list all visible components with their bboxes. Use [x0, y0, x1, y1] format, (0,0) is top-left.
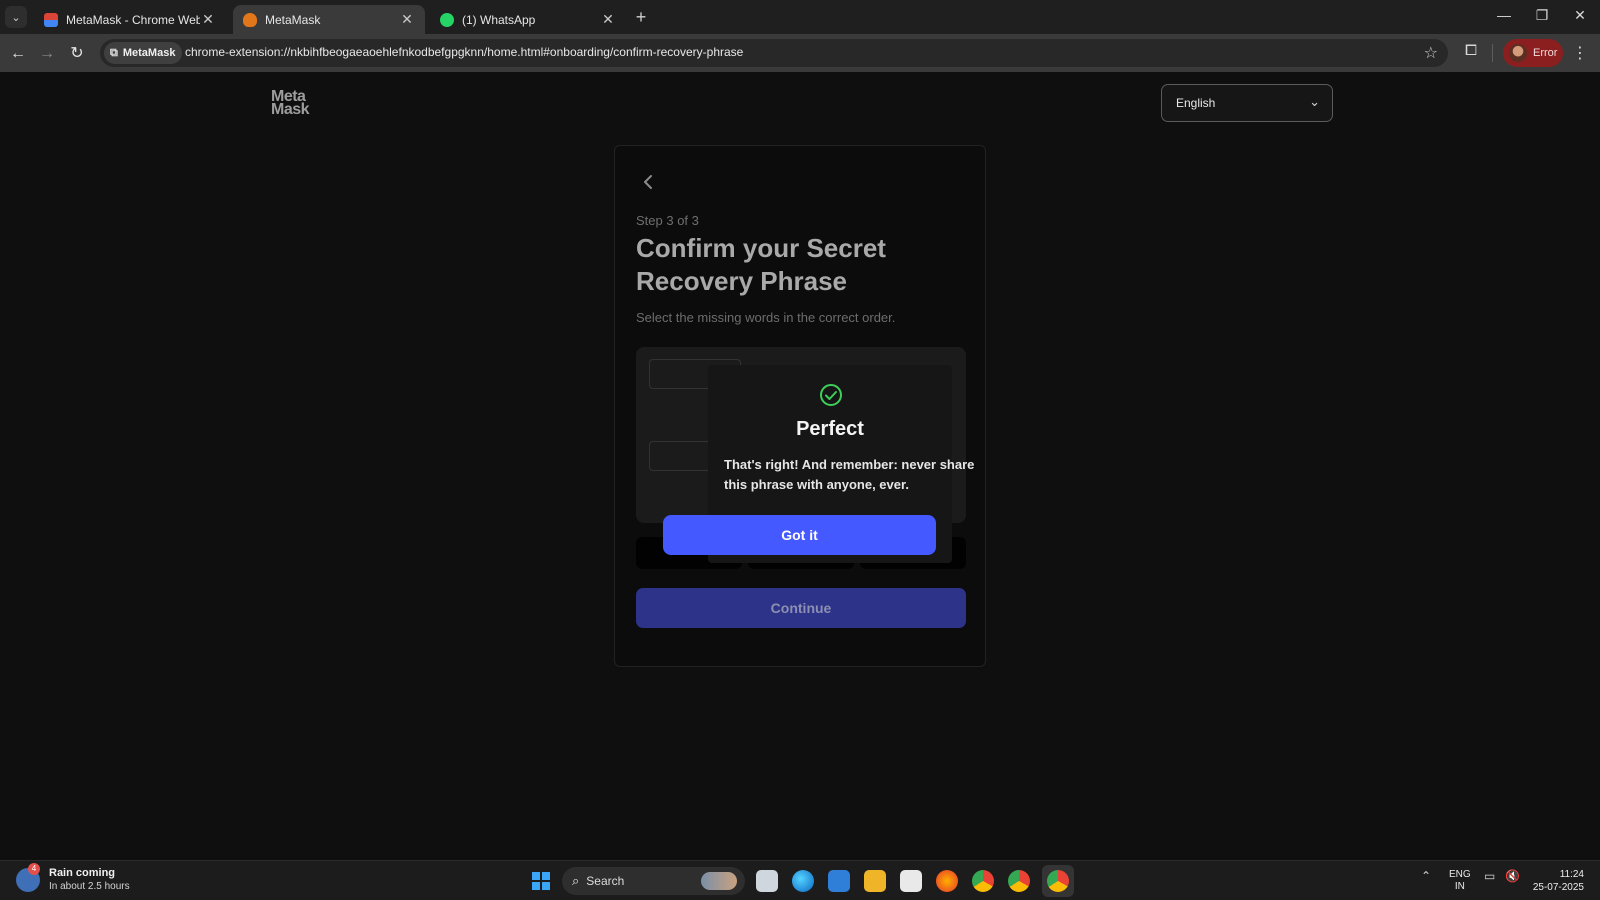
page-subtitle: Select the missing words in the correct … [636, 310, 896, 325]
clock-date: 25-07-2025 [1532, 882, 1584, 893]
back-arrow-icon[interactable]: ← [7, 43, 29, 65]
system-clock[interactable]: 11:24 25-07-2025 [1528, 868, 1584, 894]
page-title: Confirm your Secret Recovery Phrase [636, 233, 886, 296]
toolbar-divider [1492, 44, 1493, 62]
chevron-down-icon: ⌄ [1309, 94, 1320, 109]
weather-badge: 4 [28, 862, 40, 875]
tab-whatsapp[interactable]: (1) WhatsApp ✕ [430, 5, 626, 34]
tray-overflow-chevron-icon[interactable]: ⌃ [1421, 869, 1431, 883]
language-code: ENG [1449, 869, 1471, 880]
weather-rain-icon: 4 [16, 862, 40, 892]
weather-widget[interactable]: 4 Rain coming In about 2.5 hours [16, 862, 130, 892]
tab-chrome-web-store[interactable]: MetaMask - Chrome Web Store ✕ [34, 5, 226, 34]
continue-button[interactable]: Continue [636, 588, 966, 628]
search-highlight-icon [701, 872, 737, 890]
clock-time: 11:24 [1559, 869, 1584, 880]
url-text[interactable]: chrome-extension://nkbihfbeogaeaoehlefnk… [185, 45, 743, 59]
close-window-icon[interactable]: ✕ [1567, 7, 1593, 24]
microsoft-store-icon[interactable] [900, 870, 922, 892]
bookmark-star-icon[interactable]: ☆ [1424, 43, 1438, 63]
forward-arrow-icon[interactable]: → [36, 43, 58, 65]
got-it-button[interactable]: Got it [663, 515, 936, 555]
file-explorer-icon[interactable] [864, 870, 886, 892]
extension-puzzle-icon: ⧉ [110, 46, 118, 59]
step-indicator: Step 3 of 3 [636, 213, 699, 228]
windows-start-icon[interactable] [532, 872, 550, 890]
notepad-icon[interactable] [828, 870, 850, 892]
page-content: Meta Mask English ⌄ Step 3 of 3 Confirm … [0, 72, 1600, 860]
network-icon[interactable]: ▭ [1484, 869, 1495, 883]
close-tab-icon[interactable]: ✕ [399, 11, 415, 28]
chrome-web-store-icon [44, 12, 58, 27]
taskbar-search[interactable]: ⌕ Search [562, 867, 745, 895]
browser-tab-bar: ⌄ MetaMask - Chrome Web Store ✕ MetaMask… [0, 0, 1600, 34]
task-view-icon[interactable] [756, 870, 778, 892]
close-tab-icon[interactable]: ✕ [200, 11, 216, 28]
popup-message: That's right! And remember: never share … [724, 457, 975, 492]
search-icon: ⌕ [572, 873, 580, 888]
os-taskbar: 4 Rain coming In about 2.5 hours ⌕ Searc… [0, 860, 1600, 900]
profile-error-button[interactable]: Error [1503, 39, 1563, 67]
tab-metamask[interactable]: MetaMask ✕ [233, 5, 425, 34]
language-select[interactable]: English ⌄ [1161, 84, 1333, 122]
chrome-icon[interactable] [972, 870, 994, 892]
popup-title: Perfect [796, 418, 864, 440]
address-bar[interactable]: ⧉ MetaMask chrome-extension://nkbihfbeog… [100, 39, 1448, 67]
metamask-logo: Meta Mask [271, 89, 310, 118]
weather-subtitle: In about 2.5 hours [49, 881, 130, 892]
language-value: English [1176, 96, 1216, 110]
firefox-icon[interactable] [936, 870, 958, 892]
reload-icon[interactable]: ↻ [66, 43, 88, 65]
more-menu-icon[interactable]: ⋮ [1572, 43, 1588, 63]
edge-browser-icon[interactable] [792, 870, 814, 892]
search-label: Search [586, 874, 625, 888]
input-language-indicator[interactable]: ENG IN [1449, 869, 1471, 893]
whatsapp-icon [440, 12, 454, 27]
back-chevron-icon[interactable] [641, 174, 659, 195]
avatar [1509, 44, 1527, 62]
tab-title: MetaMask [265, 12, 321, 27]
browser-toolbar: ← → ↻ ⧉ MetaMask chrome-extension://nkbi… [0, 34, 1600, 72]
region-code: IN [1454, 881, 1465, 892]
profile-status-label: Error [1533, 47, 1558, 59]
chrome-profile-icon[interactable] [1008, 870, 1030, 892]
new-tab-button[interactable]: + [631, 7, 651, 27]
tab-search-button[interactable]: ⌄ [5, 6, 27, 28]
site-chip-label: MetaMask [122, 47, 176, 59]
restore-icon[interactable]: ❐ [1529, 7, 1555, 24]
site-info-chip[interactable]: ⧉ MetaMask [104, 42, 183, 64]
chrome-active-window-icon[interactable] [1042, 865, 1074, 897]
close-tab-icon[interactable]: ✕ [600, 11, 616, 28]
metamask-fox-icon [243, 12, 257, 27]
volume-muted-icon[interactable]: 🔇 [1505, 869, 1520, 883]
tab-title: (1) WhatsApp [462, 12, 536, 27]
extensions-icon[interactable]: ⧠ [1460, 42, 1482, 59]
check-circle-icon [819, 383, 843, 407]
logo-line-2: Mask [271, 101, 310, 118]
minimize-icon[interactable]: — [1491, 7, 1517, 23]
tab-title: MetaMask - Chrome Web Store [66, 12, 200, 27]
weather-title: Rain coming [49, 867, 116, 879]
